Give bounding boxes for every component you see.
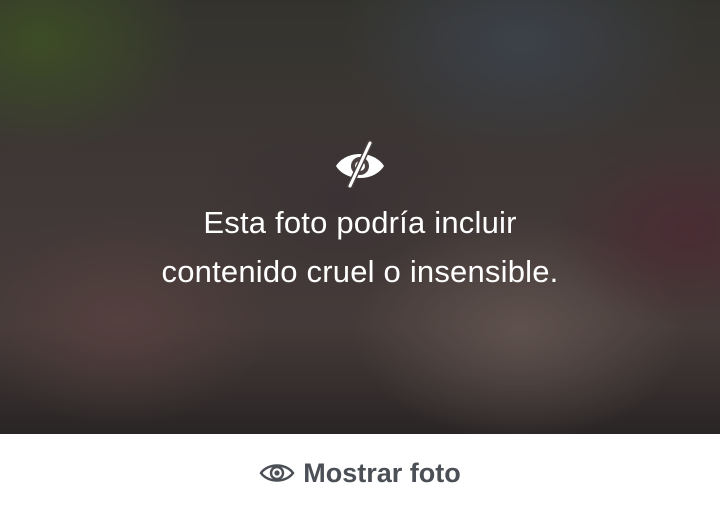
warning-message-line-2: contenido cruel o insensible. [161, 254, 559, 289]
sensitive-photo-card: Esta foto podría incluir contenido cruel… [0, 0, 720, 511]
show-photo-button[interactable]: Mostrar foto [250, 448, 470, 498]
show-photo-label: Mostrar foto [303, 457, 461, 488]
eye-slash-icon [336, 140, 384, 188]
warning-message-line-1: Esta foto podría incluir [203, 205, 517, 240]
action-bar: Mostrar foto [0, 434, 720, 511]
eye-icon [259, 464, 295, 482]
warning-message: Esta foto podría incluir contenido cruel… [0, 198, 720, 296]
sensitive-content-warning: Esta foto podría incluir contenido cruel… [0, 140, 720, 296]
